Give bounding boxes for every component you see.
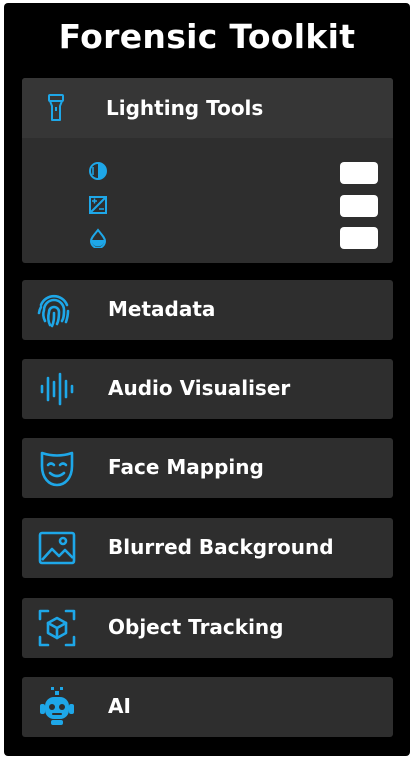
- audio-waveform-icon: [40, 372, 74, 406]
- tool-metadata[interactable]: Metadata: [22, 280, 393, 340]
- fingerprint-icon: [37, 294, 70, 328]
- lighting-tools-section: Lighting Tools: [22, 78, 393, 263]
- tool-blurred-background-label: Blurred Background: [108, 535, 334, 559]
- water-drop-icon: [89, 228, 107, 248]
- tool-object-tracking-label: Object Tracking: [108, 615, 284, 639]
- face-mask-icon: [40, 451, 74, 487]
- contrast-toggle[interactable]: [340, 162, 378, 184]
- object-tracking-icon: [38, 609, 76, 647]
- tool-audio-visualiser[interactable]: Audio Visualiser: [22, 359, 393, 419]
- tool-blurred-background[interactable]: Blurred Background: [22, 518, 393, 578]
- tool-ai-label: AI: [108, 694, 131, 718]
- tool-face-mapping-label: Face Mapping: [108, 455, 264, 479]
- tool-object-tracking[interactable]: Object Tracking: [22, 598, 393, 658]
- image-icon: [38, 531, 76, 565]
- lighting-tools-header[interactable]: Lighting Tools: [22, 78, 393, 138]
- tool-ai[interactable]: AI: [22, 677, 393, 737]
- tool-audio-visualiser-label: Audio Visualiser: [108, 376, 291, 400]
- forensic-toolkit-panel: Forensic Toolkit Lighting Tools Metadata…: [4, 3, 410, 756]
- lighting-tools-label: Lighting Tools: [106, 96, 264, 120]
- tool-metadata-label: Metadata: [108, 297, 216, 321]
- app-title: Forensic Toolkit: [58, 17, 356, 56]
- exposure-toggle[interactable]: [340, 195, 378, 217]
- contrast-icon: [89, 162, 107, 180]
- tool-face-mapping[interactable]: Face Mapping: [22, 438, 393, 498]
- robot-icon: [40, 687, 74, 725]
- water-drop-toggle[interactable]: [340, 227, 378, 249]
- exposure-icon: [89, 196, 107, 214]
- flashlight-icon: [48, 94, 64, 121]
